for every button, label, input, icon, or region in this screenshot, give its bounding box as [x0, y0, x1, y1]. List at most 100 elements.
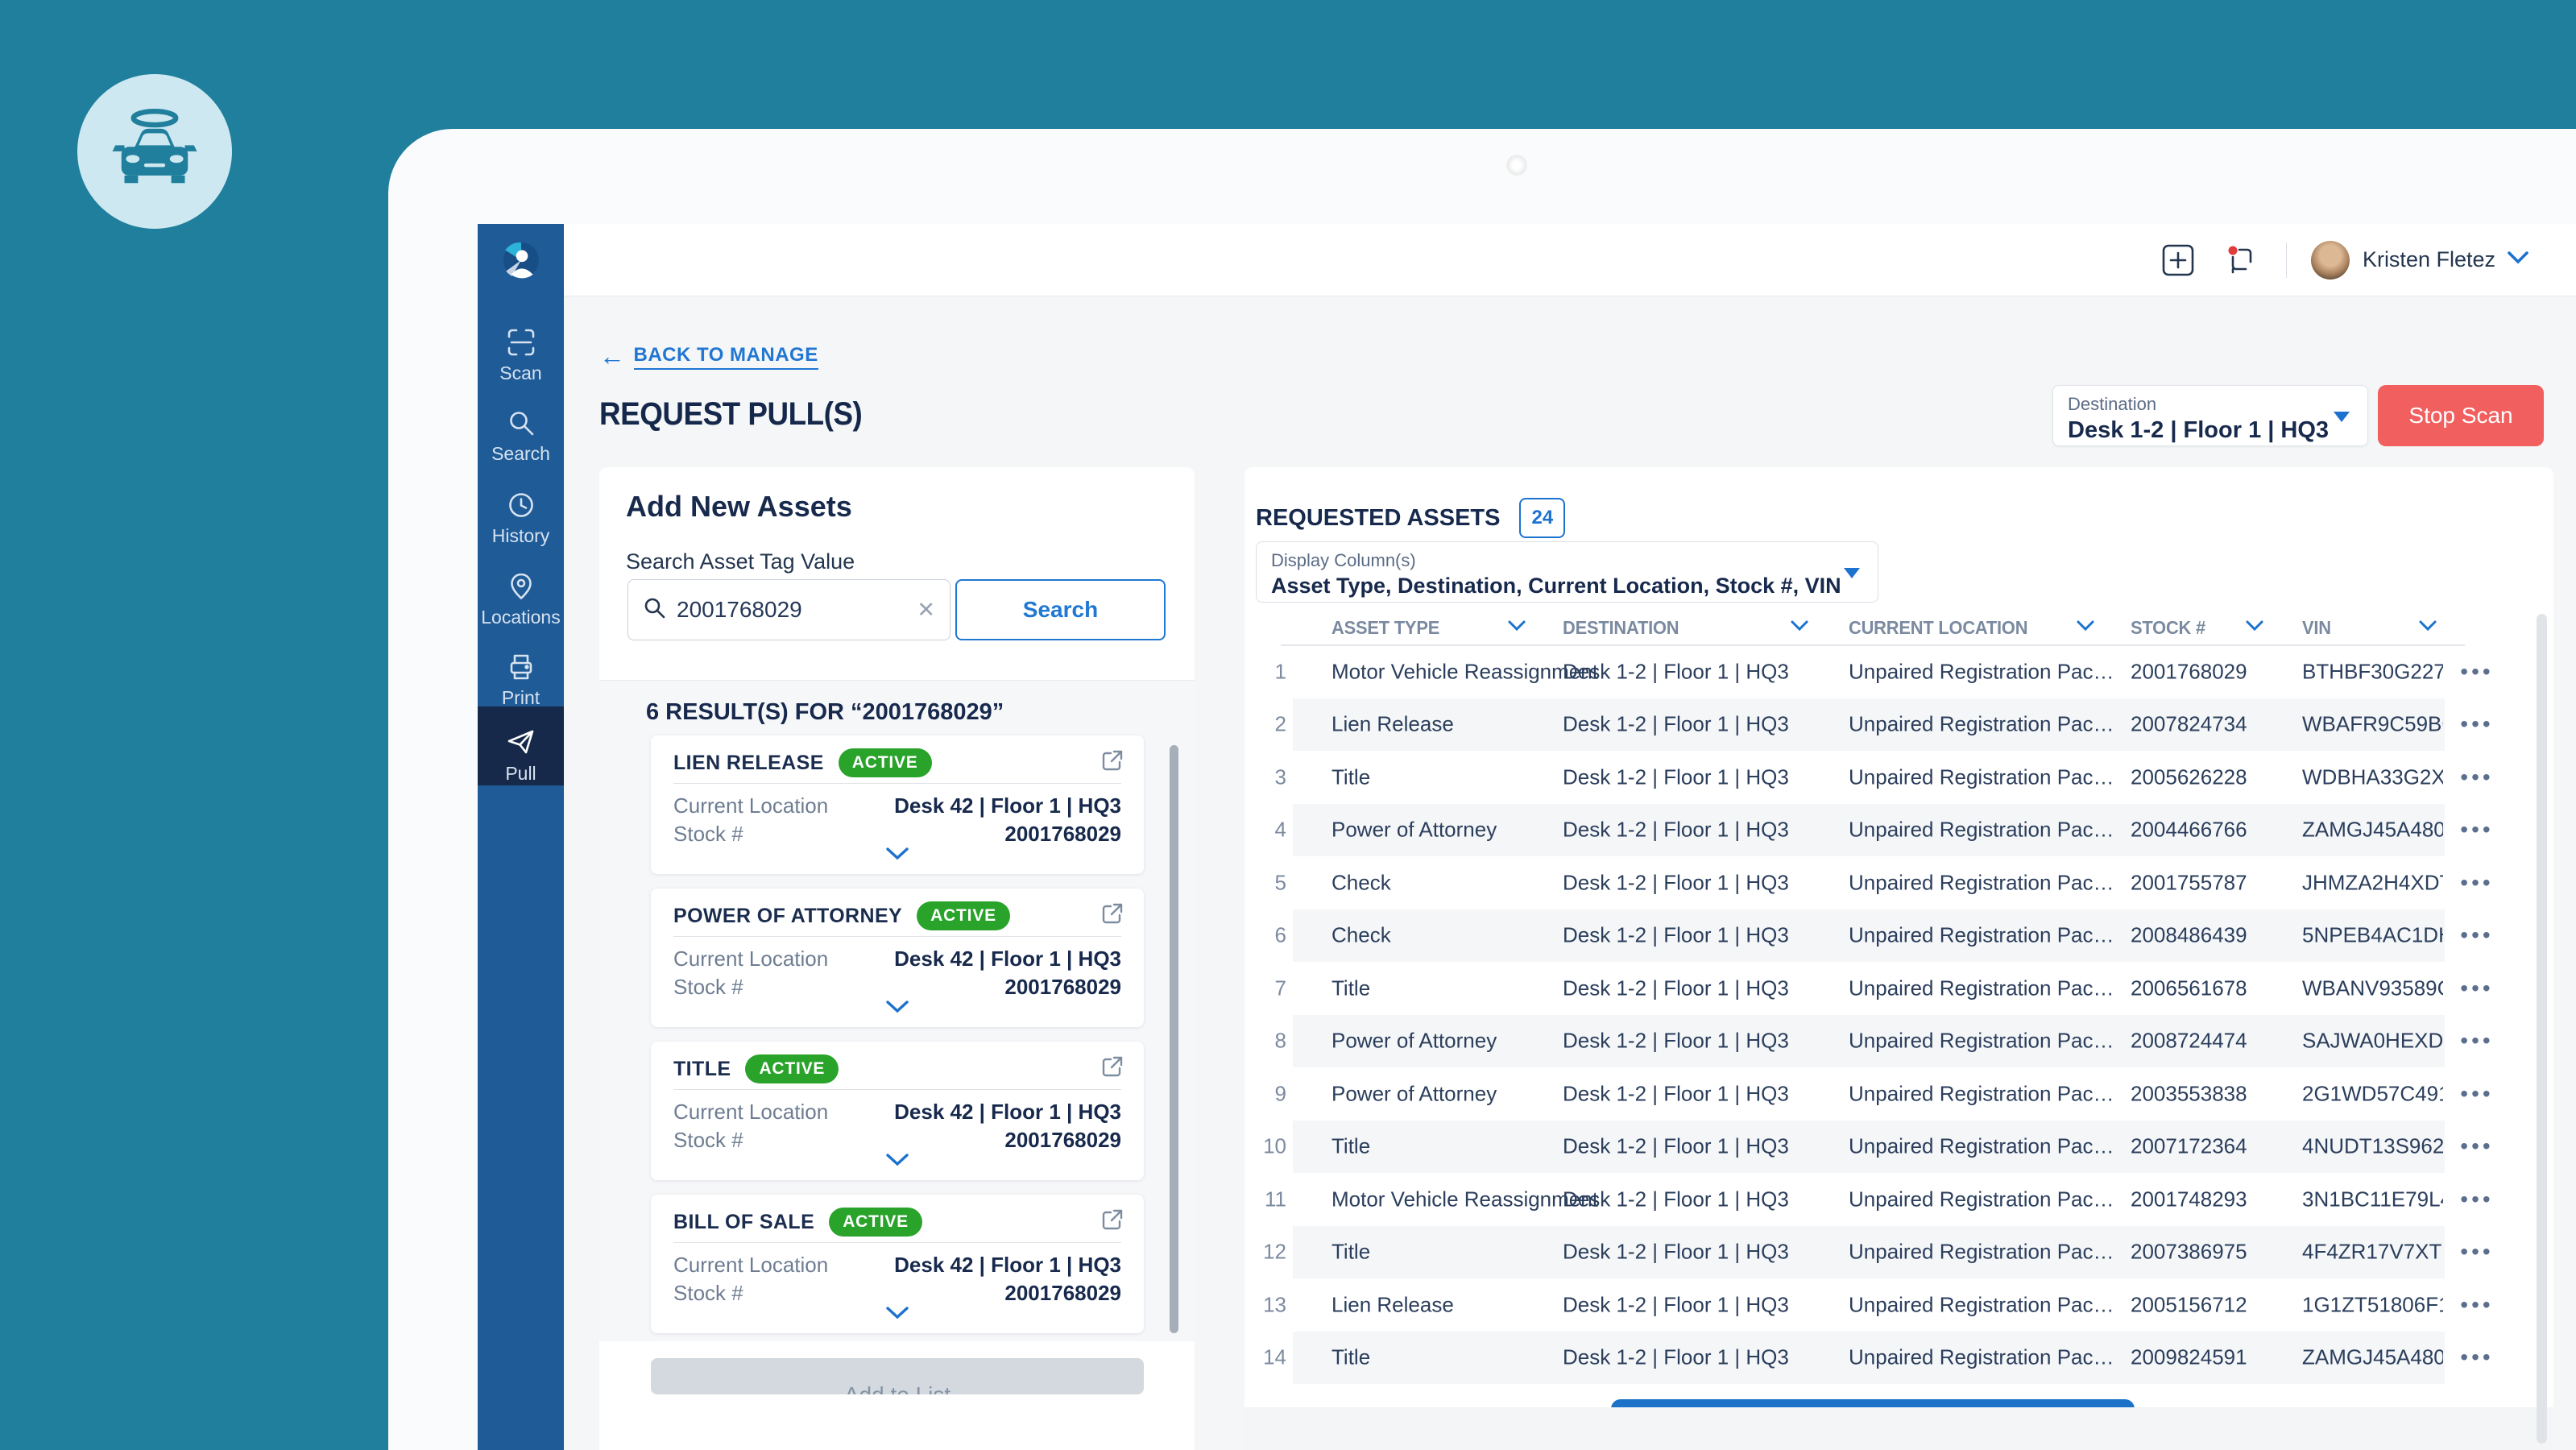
cell-destination: Desk 1-2 | Floor 1 | HQ3 — [1563, 1028, 1789, 1053]
destination-dropdown[interactable]: Destination Desk 1-2 | Floor 1 | HQ3 — [2052, 385, 2368, 446]
table-row[interactable]: 7 Title Desk 1-2 | Floor 1 | HQ3 Unpaired R… — [1245, 962, 2553, 1015]
add-to-list-button[interactable]: Add to List — [651, 1358, 1144, 1394]
chevron-down-icon[interactable] — [2507, 251, 2529, 269]
cell-current-location: Unpaired Registration Packet… — [1849, 870, 2114, 895]
external-link-icon[interactable] — [1100, 748, 1124, 777]
table-row[interactable]: 5 Check Desk 1-2 | Floor 1 | HQ3 Unpaired R… — [1245, 856, 2553, 909]
table-scrollbar[interactable] — [2537, 614, 2547, 1444]
row-menu-icon[interactable] — [2449, 1292, 2505, 1318]
asset-result-card[interactable]: BILL OF SALE ACTIVE Current Location Des… — [651, 1195, 1144, 1333]
row-menu-icon[interactable] — [2449, 976, 2505, 1001]
sidebar-item-search[interactable]: Search — [478, 408, 564, 464]
topbar-divider — [2285, 242, 2287, 278]
car-halo-icon — [106, 102, 203, 202]
row-menu-icon[interactable] — [2449, 817, 2505, 843]
cell-vin: 4F4ZR17V7XTM0… — [2302, 1239, 2443, 1264]
table-row[interactable]: 14 Title Desk 1-2 | Floor 1 | HQ3 Unpaired … — [1245, 1331, 2553, 1384]
user-name[interactable]: Kristen Fletez — [2363, 247, 2495, 272]
cell-stock: 2003553838 — [2131, 1081, 2247, 1106]
panel-title: Add New Assets — [626, 490, 852, 523]
chevron-down-icon[interactable] — [1791, 620, 1808, 636]
back-to-manage-link[interactable]: BACK TO MANAGE — [599, 342, 818, 371]
sidebar-item-scan[interactable]: Scan — [478, 327, 564, 383]
row-menu-icon[interactable] — [2449, 1133, 2505, 1159]
scan-alert-icon[interactable] — [2223, 242, 2259, 278]
row-number: 9 — [1274, 1081, 1286, 1106]
table-row[interactable]: 1 Motor Vehicle Reassignment Desk 1-2 | Fl… — [1245, 645, 2553, 698]
app-logo-icon[interactable] — [478, 240, 564, 280]
table-row[interactable]: 12 Title Desk 1-2 | Floor 1 | HQ3 Unpaired … — [1245, 1225, 2553, 1278]
asset-result-card[interactable]: TITLE ACTIVE Current Location Desk 42 | … — [651, 1042, 1144, 1180]
row-number: 4 — [1274, 817, 1286, 842]
sidebar-item-locations[interactable]: Locations — [478, 571, 564, 628]
table-row[interactable]: 13 Lien Release Desk 1-2 | Floor 1 | HQ3 Un… — [1245, 1278, 2553, 1332]
external-link-icon[interactable] — [1100, 901, 1124, 930]
row-menu-icon[interactable] — [2449, 1344, 2505, 1370]
chevron-down-icon[interactable] — [2077, 620, 2094, 636]
topbar: Kristen Fletez — [564, 224, 2576, 296]
row-menu-icon[interactable] — [2449, 1081, 2505, 1107]
cell-vin: 2G1WD57C4911… — [2302, 1081, 2443, 1106]
sidebar-item-pull[interactable]: Pull — [478, 706, 564, 785]
row-menu-icon[interactable] — [2449, 659, 2505, 685]
cell-asset-type: Motor Vehicle Reassignment — [1331, 1187, 1598, 1212]
external-link-icon[interactable] — [1100, 1208, 1124, 1236]
row-menu-icon[interactable] — [2449, 711, 2505, 737]
cell-stock: 2001768029 — [2131, 659, 2247, 684]
expand-chevron-icon[interactable] — [651, 1306, 1144, 1324]
external-link-icon[interactable] — [1100, 1054, 1124, 1083]
row-menu-icon[interactable] — [2449, 1028, 2505, 1054]
row-menu-icon[interactable] — [2449, 1239, 2505, 1265]
sidebar-item-print[interactable]: Print — [478, 652, 564, 708]
stock-label: Stock # — [673, 1281, 743, 1305]
stock-value: 2001768029 — [1004, 1128, 1121, 1152]
table-row[interactable]: 11 Motor Vehicle Reassignment Desk 1-2 | F… — [1245, 1173, 2553, 1226]
current-location-label: Current Location — [673, 793, 829, 818]
clear-icon[interactable] — [917, 598, 935, 623]
sidebar-item-history[interactable]: History — [478, 490, 564, 546]
add-icon[interactable] — [2160, 242, 2196, 278]
chevron-down-icon[interactable] — [1508, 620, 1526, 636]
cell-vin: BTHBF30G2270… — [2302, 659, 2443, 684]
pull-icon — [478, 727, 564, 758]
search-icon — [643, 596, 667, 624]
avatar[interactable] — [2310, 240, 2350, 280]
asset-result-card[interactable]: LIEN RELEASE ACTIVE Current Location Des… — [651, 735, 1144, 874]
card-header: POWER OF ATTORNEY ACTIVE — [673, 901, 1010, 930]
cell-current-location: Unpaired Registration Packet… — [1849, 1081, 2114, 1106]
row-menu-icon[interactable] — [2449, 922, 2505, 948]
expand-chevron-icon[interactable] — [651, 1000, 1144, 1017]
chevron-down-icon[interactable] — [2246, 620, 2263, 636]
display-columns-dropdown[interactable]: Display Column(s) Asset Type, Destinatio… — [1256, 541, 1878, 603]
row-number: 3 — [1274, 764, 1286, 789]
stop-scan-button[interactable]: Stop Scan — [2378, 385, 2544, 446]
row-number: 13 — [1263, 1292, 1286, 1317]
row-menu-icon[interactable] — [2449, 870, 2505, 896]
display-columns-value: Asset Type, Destination, Current Locatio… — [1271, 574, 1841, 598]
expand-chevron-icon[interactable] — [651, 847, 1144, 864]
sidebar-item-label: Scan — [499, 362, 542, 383]
table-body: 1 Motor Vehicle Reassignment Desk 1-2 | Fl… — [1245, 645, 2553, 1384]
card-header: TITLE ACTIVE — [673, 1054, 839, 1083]
asset-result-card[interactable]: POWER OF ATTORNEY ACTIVE Current Locatio… — [651, 889, 1144, 1027]
cell-current-location: Unpaired Registration Packet… — [1849, 922, 2114, 947]
sidebar-item-label: Print — [501, 687, 540, 708]
table-row[interactable]: 4 Power of Attorney Desk 1-2 | Floor 1 | H… — [1245, 803, 2553, 856]
table-row[interactable]: 6 Check Desk 1-2 | Floor 1 | HQ3 Unpaired R… — [1245, 909, 2553, 962]
chevron-down-icon[interactable] — [2419, 620, 2437, 636]
results-scrollbar[interactable] — [1170, 745, 1178, 1333]
table-row[interactable]: 2 Lien Release Desk 1-2 | Floor 1 | HQ3 Unp… — [1245, 698, 2553, 751]
table-row[interactable]: 8 Power of Attorney Desk 1-2 | Floor 1 | H… — [1245, 1014, 2553, 1067]
table-row[interactable]: 3 Title Desk 1-2 | Floor 1 | HQ3 Unpaired R… — [1245, 751, 2553, 804]
cell-asset-type: Lien Release — [1331, 711, 1454, 736]
search-button[interactable]: Search — [955, 579, 1166, 640]
row-menu-icon[interactable] — [2449, 1187, 2505, 1212]
stock-value: 2001768029 — [1004, 975, 1121, 999]
expand-chevron-icon[interactable] — [651, 1153, 1144, 1170]
table-row[interactable]: 9 Power of Attorney Desk 1-2 | Floor 1 | H… — [1245, 1067, 2553, 1121]
asset-tag-search-input[interactable]: 2001768029 — [627, 579, 950, 640]
row-number: 1 — [1274, 659, 1286, 684]
table-row[interactable]: 10 Title Desk 1-2 | Floor 1 | HQ3 Unpaired … — [1245, 1120, 2553, 1173]
row-menu-icon[interactable] — [2449, 764, 2505, 790]
cell-asset-type: Check — [1331, 922, 1391, 947]
